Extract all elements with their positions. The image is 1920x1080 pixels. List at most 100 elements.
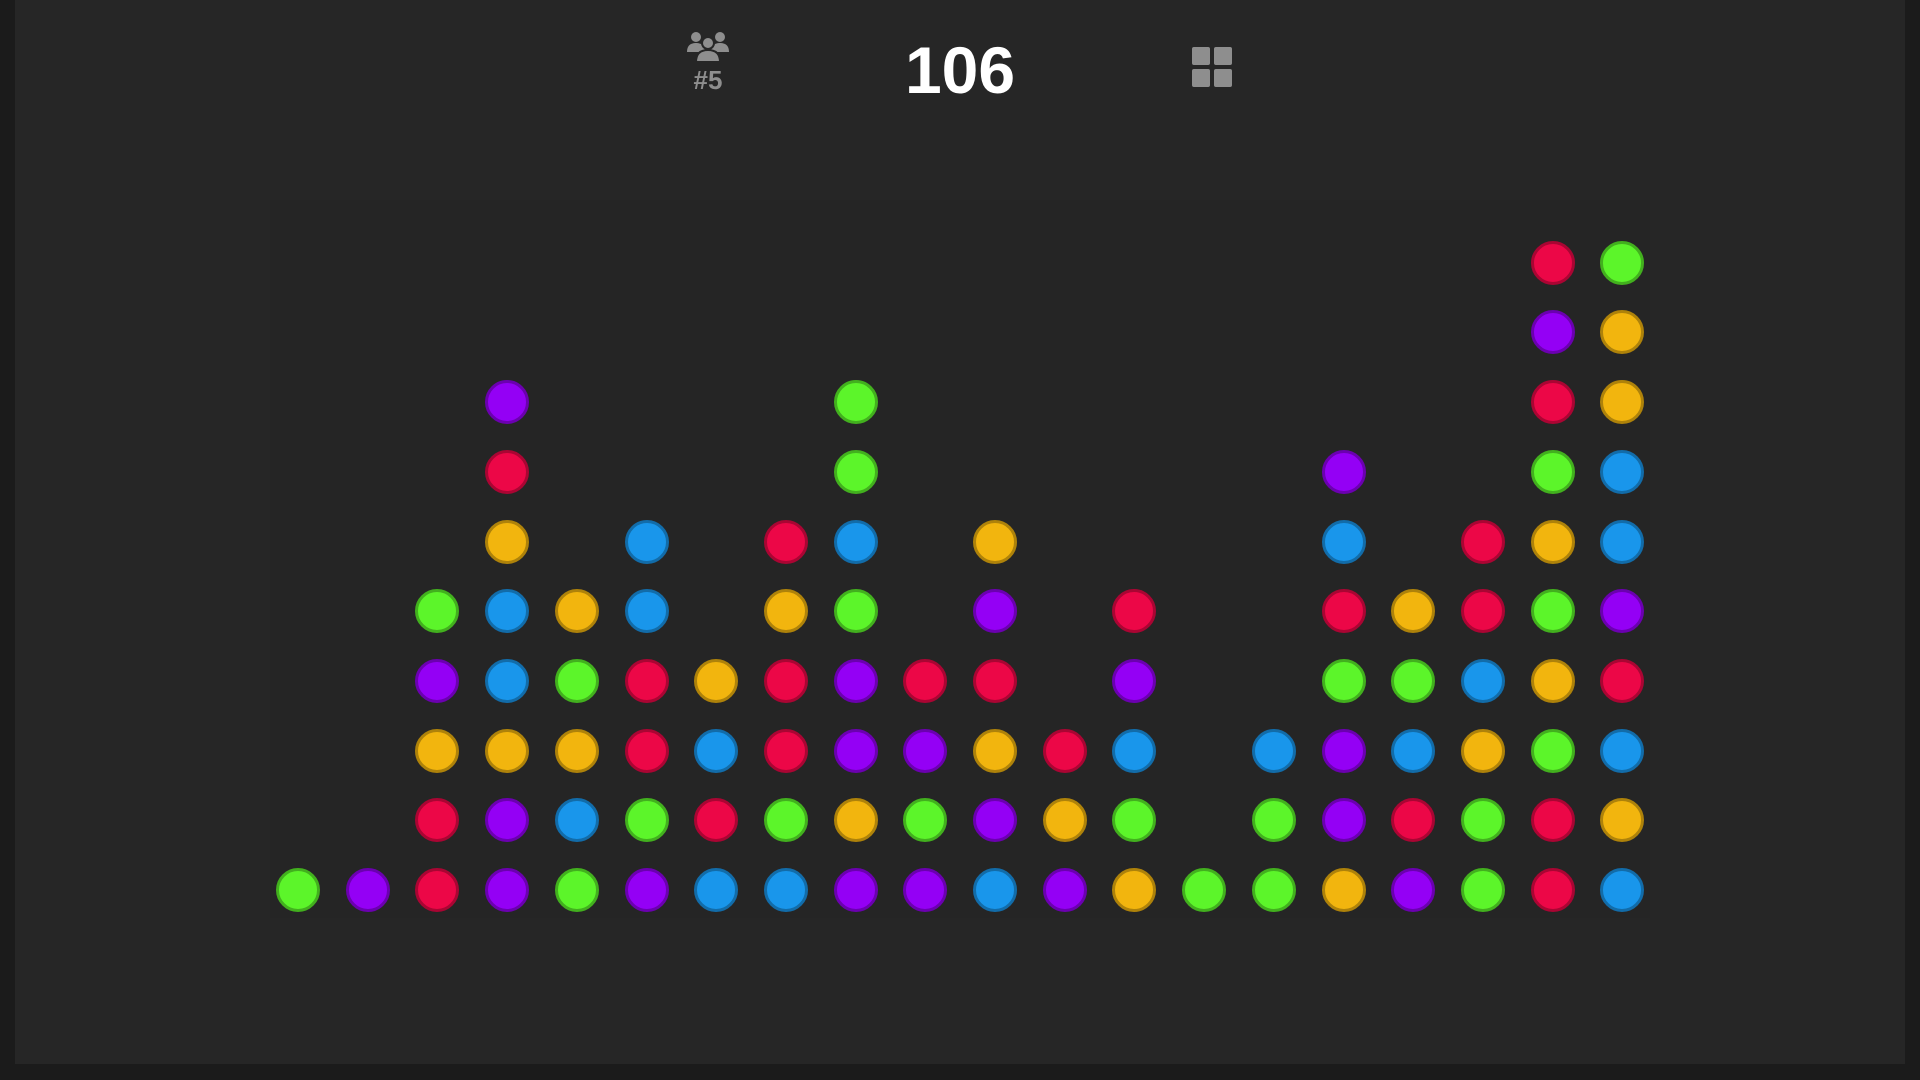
ball-green[interactable] xyxy=(833,380,878,425)
ball-blue[interactable] xyxy=(624,519,669,564)
ball-red[interactable] xyxy=(485,449,530,494)
ball-yellow[interactable] xyxy=(485,728,530,773)
ball-green[interactable] xyxy=(1391,658,1436,703)
ball-red[interactable] xyxy=(763,658,808,703)
ball-purple[interactable] xyxy=(485,380,530,425)
ball-purple[interactable] xyxy=(624,868,669,912)
ball-yellow[interactable] xyxy=(485,519,530,564)
ball-green[interactable] xyxy=(276,868,320,912)
ball-red[interactable] xyxy=(415,798,460,843)
grid-menu-button[interactable] xyxy=(1190,45,1234,89)
ball-blue[interactable] xyxy=(624,589,669,634)
ball-blue[interactable] xyxy=(763,868,808,912)
ball-blue[interactable] xyxy=(554,798,599,843)
ball-yellow[interactable] xyxy=(973,519,1017,564)
ball-green[interactable] xyxy=(1112,798,1157,843)
ball-green[interactable] xyxy=(833,589,878,634)
ball-green[interactable] xyxy=(1530,589,1575,634)
ball-purple[interactable] xyxy=(1391,868,1436,912)
ball-purple[interactable] xyxy=(1042,868,1087,912)
ball-blue[interactable] xyxy=(1600,519,1645,564)
ball-blue[interactable] xyxy=(485,658,530,703)
ball-yellow[interactable] xyxy=(694,658,739,703)
ball-blue[interactable] xyxy=(1321,519,1366,564)
ball-purple[interactable] xyxy=(903,728,948,773)
ball-red[interactable] xyxy=(1530,380,1575,425)
ball-purple[interactable] xyxy=(833,658,878,703)
ball-green[interactable] xyxy=(624,798,669,843)
ball-yellow[interactable] xyxy=(1600,798,1645,843)
ball-blue[interactable] xyxy=(973,868,1017,912)
ball-red[interactable] xyxy=(1530,868,1575,912)
ball-yellow[interactable] xyxy=(1600,380,1645,425)
ball-yellow[interactable] xyxy=(973,728,1017,773)
ball-red[interactable] xyxy=(1112,589,1157,634)
ball-red[interactable] xyxy=(1600,658,1645,703)
ball-purple[interactable] xyxy=(973,589,1017,634)
ball-blue[interactable] xyxy=(694,868,739,912)
ball-purple[interactable] xyxy=(1600,589,1645,634)
ball-blue[interactable] xyxy=(833,519,878,564)
ball-red[interactable] xyxy=(415,868,460,912)
leaderboard-button[interactable]: #5 xyxy=(683,30,733,106)
ball-purple[interactable] xyxy=(903,868,948,912)
ball-blue[interactable] xyxy=(694,728,739,773)
ball-yellow[interactable] xyxy=(554,728,599,773)
ball-purple[interactable] xyxy=(1321,728,1366,773)
ball-green[interactable] xyxy=(1321,658,1366,703)
ball-yellow[interactable] xyxy=(1112,868,1157,912)
ball-blue[interactable] xyxy=(1391,728,1436,773)
ball-yellow[interactable] xyxy=(1530,658,1575,703)
ball-blue[interactable] xyxy=(1251,728,1296,773)
ball-green[interactable] xyxy=(833,449,878,494)
ball-green[interactable] xyxy=(763,798,808,843)
ball-purple[interactable] xyxy=(1112,658,1157,703)
ball-red[interactable] xyxy=(694,798,739,843)
ball-blue[interactable] xyxy=(1600,728,1645,773)
ball-red[interactable] xyxy=(973,658,1017,703)
ball-red[interactable] xyxy=(1042,728,1087,773)
ball-green[interactable] xyxy=(903,798,948,843)
ball-yellow[interactable] xyxy=(1460,728,1505,773)
ball-yellow[interactable] xyxy=(1391,589,1436,634)
ball-yellow[interactable] xyxy=(1321,868,1366,912)
ball-green[interactable] xyxy=(554,658,599,703)
ball-purple[interactable] xyxy=(1321,449,1366,494)
ball-green[interactable] xyxy=(1460,798,1505,843)
ball-yellow[interactable] xyxy=(833,798,878,843)
ball-red[interactable] xyxy=(1321,589,1366,634)
ball-red[interactable] xyxy=(624,658,669,703)
ball-purple[interactable] xyxy=(833,868,878,912)
ball-blue[interactable] xyxy=(1600,868,1645,912)
ball-green[interactable] xyxy=(1530,728,1575,773)
ball-purple[interactable] xyxy=(485,798,530,843)
ball-green[interactable] xyxy=(1530,449,1575,494)
ball-red[interactable] xyxy=(763,728,808,773)
ball-purple[interactable] xyxy=(415,658,460,703)
ball-purple[interactable] xyxy=(833,728,878,773)
ball-red[interactable] xyxy=(763,519,808,564)
ball-red[interactable] xyxy=(1391,798,1436,843)
ball-blue[interactable] xyxy=(1600,449,1645,494)
ball-blue[interactable] xyxy=(1460,658,1505,703)
ball-red[interactable] xyxy=(624,728,669,773)
ball-red[interactable] xyxy=(903,658,948,703)
ball-green[interactable] xyxy=(1460,868,1505,912)
ball-yellow[interactable] xyxy=(1530,519,1575,564)
ball-blue[interactable] xyxy=(1112,728,1157,773)
ball-red[interactable] xyxy=(1530,240,1575,285)
ball-blue[interactable] xyxy=(485,589,530,634)
ball-red[interactable] xyxy=(1460,519,1505,564)
ball-yellow[interactable] xyxy=(1600,310,1645,355)
ball-purple[interactable] xyxy=(1530,310,1575,355)
ball-green[interactable] xyxy=(1182,868,1227,912)
ball-yellow[interactable] xyxy=(763,589,808,634)
ball-green[interactable] xyxy=(1251,868,1296,912)
ball-green[interactable] xyxy=(1251,798,1296,843)
ball-yellow[interactable] xyxy=(415,728,460,773)
ball-green[interactable] xyxy=(1600,240,1645,285)
ball-purple[interactable] xyxy=(485,868,530,912)
ball-yellow[interactable] xyxy=(554,589,599,634)
ball-purple[interactable] xyxy=(1321,798,1366,843)
ball-yellow[interactable] xyxy=(1042,798,1087,843)
